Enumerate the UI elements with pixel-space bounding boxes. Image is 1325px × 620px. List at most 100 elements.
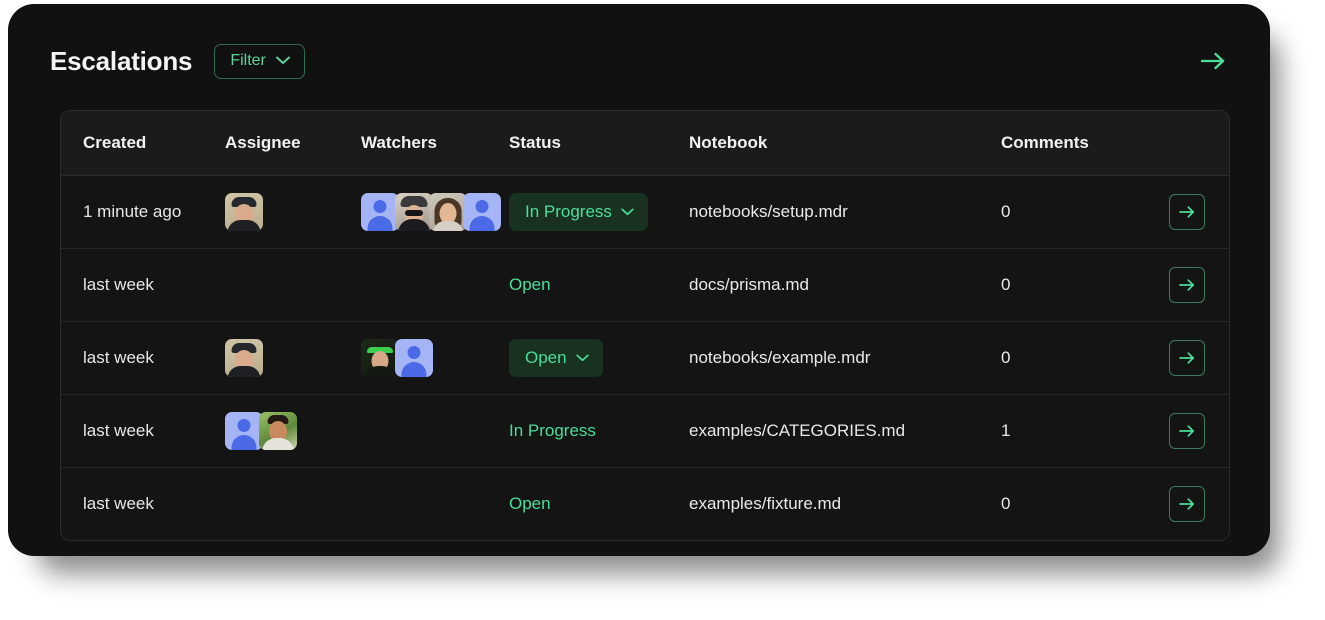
comments-count: 0 [1001, 494, 1011, 513]
page-title: Escalations [50, 45, 193, 76]
table-row[interactable]: last week Open notebooks/example.mdr 0 [61, 321, 1229, 395]
status-badge-label: In Progress [525, 202, 612, 221]
chevron-down-icon [575, 353, 589, 362]
avatar-person-long-hair[interactable] [429, 193, 467, 231]
cell-status: Open [509, 321, 689, 395]
row-open-button[interactable] [1169, 486, 1205, 522]
table-header-row: Created Assignee Watchers Status Noteboo… [61, 111, 1229, 176]
column-header-status: Status [509, 111, 689, 176]
cell-status: Open [509, 467, 689, 540]
avatar-placeholder[interactable] [463, 193, 501, 231]
table-row[interactable]: last week Open examples/fixture.md 0 [61, 467, 1229, 540]
row-open-button[interactable] [1169, 194, 1205, 230]
watchers-avatar-group [361, 193, 509, 231]
cell-created: last week [61, 467, 225, 540]
notebook-path: docs/prisma.md [689, 275, 809, 294]
chevron-down-icon [275, 56, 290, 65]
comments-count: 0 [1001, 202, 1011, 221]
column-header-action [1169, 111, 1229, 176]
assignee-avatar-group [225, 485, 361, 523]
cell-action [1169, 248, 1229, 322]
watchers-avatar-group [361, 412, 509, 450]
header-arrow-right-icon[interactable] [1196, 44, 1230, 78]
row-open-button[interactable] [1169, 340, 1205, 376]
arrow-right-icon [1178, 351, 1196, 365]
escalations-card: Escalations Filter Created Assignee Watc… [8, 4, 1270, 556]
cell-assignee [225, 394, 361, 468]
cell-action [1169, 321, 1229, 395]
cell-watchers [361, 394, 509, 468]
avatar-placeholder[interactable] [225, 412, 263, 450]
assignee-avatar-group [225, 412, 361, 450]
cell-action [1169, 394, 1229, 468]
cell-created: last week [61, 394, 225, 468]
escalations-table-container: Created Assignee Watchers Status Noteboo… [60, 110, 1230, 541]
cell-notebook: examples/fixture.md [689, 467, 1001, 540]
table-row[interactable]: last week In Progress examples/CATEGORIES.… [61, 394, 1229, 468]
table-row[interactable]: 1 minute ago In Progress notebooks/setup.m… [61, 175, 1229, 249]
assignee-avatar-group [225, 266, 361, 304]
watchers-avatar-group [361, 266, 509, 304]
status-badge[interactable]: In Progress [509, 193, 648, 231]
status-badge-label: Open [525, 348, 567, 367]
avatar-placeholder[interactable] [361, 193, 399, 231]
table-row[interactable]: last week Open docs/prisma.md 0 [61, 248, 1229, 322]
row-open-button[interactable] [1169, 267, 1205, 303]
cell-notebook: examples/CATEGORIES.md [689, 394, 1001, 468]
page-root: Escalations Filter Created Assignee Watc… [0, 0, 1325, 620]
notebook-path: notebooks/setup.mdr [689, 202, 848, 221]
cell-created: last week [61, 248, 225, 322]
arrow-right-icon [1178, 278, 1196, 292]
avatar-person-green-headband[interactable] [361, 339, 399, 377]
cell-watchers [361, 321, 509, 395]
watchers-avatar-group [361, 339, 509, 377]
status-badge[interactable]: Open [509, 339, 603, 377]
avatar-person-foliage[interactable] [259, 412, 297, 450]
notebook-path: examples/CATEGORIES.md [689, 421, 906, 440]
column-header-created: Created [61, 111, 225, 176]
cell-notebook: notebooks/example.mdr [689, 321, 1001, 395]
cell-comments: 0 [1001, 248, 1169, 322]
assignee-avatar-group [225, 339, 361, 377]
table-body: 1 minute ago In Progress notebooks/setup.m… [61, 175, 1229, 540]
cell-status: Open [509, 248, 689, 322]
column-header-notebook: Notebook [689, 111, 1001, 176]
cell-watchers [361, 175, 509, 249]
filter-button[interactable]: Filter [214, 43, 305, 79]
cell-comments: 0 [1001, 467, 1169, 540]
table-head: Created Assignee Watchers Status Noteboo… [61, 111, 1229, 176]
status-label[interactable]: In Progress [509, 421, 596, 440]
arrow-right-icon [1178, 497, 1196, 511]
assignee-avatar-group [225, 193, 361, 231]
cell-comments: 0 [1001, 175, 1169, 249]
status-label[interactable]: Open [509, 275, 551, 294]
comments-count: 0 [1001, 275, 1011, 294]
filter-button-label: Filter [230, 51, 266, 69]
comments-count: 0 [1001, 348, 1011, 367]
cell-created: last week [61, 321, 225, 395]
cell-watchers [361, 467, 509, 540]
avatar-placeholder[interactable] [395, 339, 433, 377]
arrow-right-icon [1178, 424, 1196, 438]
avatar-person-capped[interactable] [225, 193, 263, 231]
cell-notebook: notebooks/setup.mdr [689, 175, 1001, 249]
cell-watchers [361, 248, 509, 322]
row-open-button[interactable] [1169, 413, 1205, 449]
status-label[interactable]: Open [509, 494, 551, 513]
card-header: Escalations Filter [8, 4, 1270, 88]
cell-assignee [225, 321, 361, 395]
chevron-down-icon [621, 207, 634, 216]
notebook-path: examples/fixture.md [689, 494, 842, 513]
column-header-comments: Comments [1001, 111, 1169, 176]
avatar-person-hat-sunglasses[interactable] [395, 193, 433, 231]
cell-comments: 1 [1001, 394, 1169, 468]
escalations-table: Created Assignee Watchers Status Noteboo… [61, 111, 1229, 540]
cell-assignee [225, 175, 361, 249]
comments-count: 1 [1001, 421, 1011, 440]
avatar-person-capped[interactable] [225, 339, 263, 377]
column-header-watchers: Watchers [361, 111, 509, 176]
cell-status: In Progress [509, 175, 689, 249]
cell-assignee [225, 248, 361, 322]
cell-notebook: docs/prisma.md [689, 248, 1001, 322]
cell-status: In Progress [509, 394, 689, 468]
